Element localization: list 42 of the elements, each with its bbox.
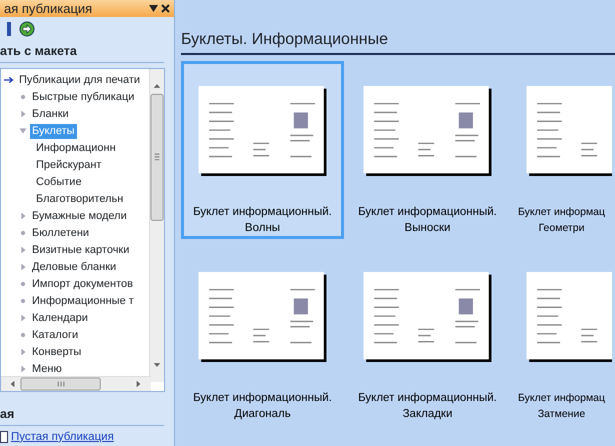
template-card[interactable]: Буклет информационный. Закладки [346,247,509,425]
tree-item[interactable]: Визитные карточки [30,242,132,258]
template-caption: Буклет информационный. Диагональ [193,391,332,422]
tree-item[interactable]: Каталоги [30,328,80,343]
arrow-icon [4,75,16,86]
template-card[interactable]: Буклет информац Геометри [511,61,615,239]
blank-publication-link[interactable]: Пустая публикация [11,428,114,446]
template-card[interactable]: Буклет информационный. Волны [181,61,344,239]
tree-item[interactable]: Бюллетени [30,226,92,241]
horizontal-scrollbar[interactable] [1,376,151,391]
template-card[interactable]: Буклет информационный. Диагональ [181,247,344,425]
vertical-scrollbar[interactable] [149,68,164,382]
tree-item[interactable]: Благотворительн [34,192,126,207]
tree-item[interactable]: Конверты [30,344,84,360]
tree-item[interactable]: Бланки [30,106,71,122]
template-caption: Буклет информац Геометри [518,205,606,236]
tree-item[interactable]: Информационн [34,140,118,156]
gallery-heading: Буклеты. Информационные [181,28,615,55]
tree-item[interactable]: Бумажные модели [30,208,129,224]
template-card[interactable]: Буклет информац Затмение [511,247,615,425]
tree-item[interactable]: Информационные т [30,294,136,309]
template-caption: Буклет информац Затмение [518,391,606,422]
template-caption: Буклет информационный. Выноски [358,205,497,236]
dropdown-icon[interactable] [149,5,158,12]
section-heading: ая [0,402,164,426]
tree-item[interactable]: Меню [30,362,64,377]
tree-item[interactable]: Публикации для печати [17,72,142,88]
tree-item[interactable]: Быстрые публикаци [30,90,136,105]
template-card[interactable]: Буклет информационный. Выноски [346,61,509,239]
close-icon[interactable] [161,4,170,13]
tree-item[interactable]: Импорт документов [30,276,135,292]
section-heading: ать с макета [0,39,164,63]
document-icon [0,431,8,444]
tree-item[interactable]: Календари [30,310,90,326]
tree-item[interactable]: Деловые бланки [30,260,118,275]
tree-item[interactable]: Прейскурант [34,158,104,173]
forward-button[interactable] [18,19,36,37]
tree-item[interactable]: Событие [34,174,84,190]
template-caption: Буклет информационный. Волны [193,205,332,236]
template-caption: Буклет информационный. Закладки [358,391,497,422]
pane-title: ая публикация [4,0,92,17]
bar-icon [6,20,12,37]
